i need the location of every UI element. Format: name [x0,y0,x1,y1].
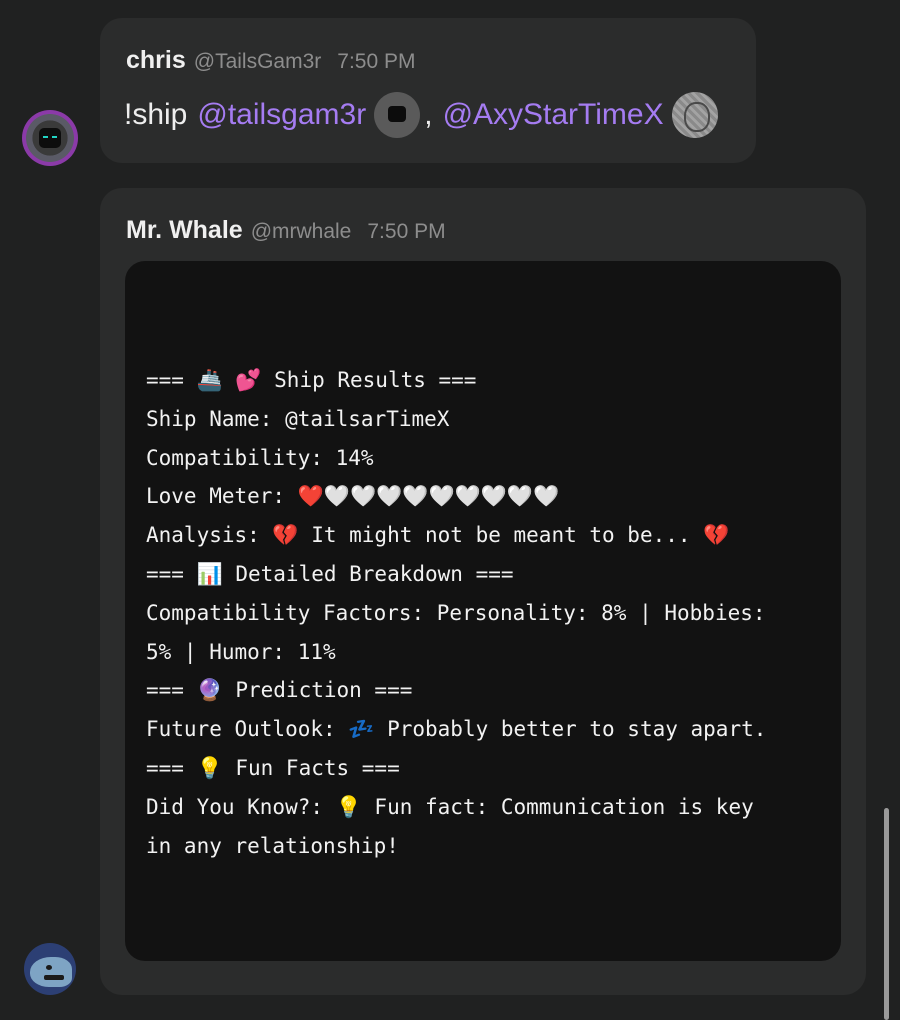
message-bubble-chris[interactable]: chris @TailsGam3r 7:50 PM !ship @tailsga… [100,18,756,163]
scrollbar[interactable] [884,808,889,1020]
code-block: === 🚢 💕 Ship Results === Ship Name: @tai… [125,261,841,961]
code-line-did-you-know-cont: in any relationship! [146,833,399,858]
author-handle: @TailsGam3r [193,50,322,73]
avatar-face [39,128,61,148]
message-timestamp: 7:50 PM [367,220,446,243]
code-line-factors-cont: 5% | Humor: 11% [146,639,336,664]
message-header: chris @TailsGam3r 7:50 PM [126,46,416,75]
message-bubble-mrwhale[interactable]: Mr. Whale @mrwhale 7:50 PM === 🚢 💕 Ship … [100,188,866,995]
code-line-analysis: Analysis: 💔 It might not be meant to be.… [146,523,730,548]
mention-separator: , [424,98,433,131]
chat-view: chris @TailsGam3r 7:50 PM !ship @tailsga… [0,0,900,1020]
code-line-prediction-heading: === 🔮 Prediction === [146,678,413,703]
code-line-breakdown-heading: === 📊 Detailed Breakdown === [146,561,514,586]
code-line-compatibility: Compatibility: 14% [146,445,374,470]
code-line-did-you-know: Did You Know?: 💡 Fun fact: Communication… [146,794,754,819]
whale-mouth [44,975,64,980]
whale-body [30,957,72,987]
code-line-factors: Compatibility Factors: Personality: 8% |… [146,600,766,625]
author-name[interactable]: chris [126,46,186,75]
code-line-fun-facts-heading: === 💡 Fun Facts === [146,755,400,780]
author-handle: @mrwhale [250,220,352,243]
author-name[interactable]: Mr. Whale [126,216,243,245]
code-line-ship-results-heading: === 🚢 💕 Ship Results === [146,368,477,392]
mention-axystartimex[interactable]: @AxyStarTimeX [443,98,664,132]
command-text: !ship [124,98,188,131]
whale-eye [46,965,52,970]
code-line-love-meter: Love Meter: ❤️🤍🤍🤍🤍🤍🤍🤍🤍🤍 [146,484,560,509]
mention-tailsgam3r[interactable]: @tailsgam3r [197,98,366,132]
message-header: Mr. Whale @mrwhale 7:50 PM [126,216,446,245]
message-timestamp: 7:50 PM [337,50,416,73]
tailsgam3r-avatar-icon[interactable] [374,92,421,138]
code-line-future-outlook: Future Outlook: 💤 Probably better to sta… [146,717,767,742]
chris-avatar-icon[interactable] [22,110,78,166]
message-content: !ship @tailsgam3r , @AxyStarTimeX [124,92,718,138]
mrwhale-avatar-icon[interactable] [24,943,76,995]
axystartimex-avatar-icon[interactable] [671,92,718,138]
code-lines: === 🚢 💕 Ship Results === Ship Name: @tai… [146,361,836,865]
code-line-ship-name: Ship Name: @tailsarTimeX [146,406,450,431]
